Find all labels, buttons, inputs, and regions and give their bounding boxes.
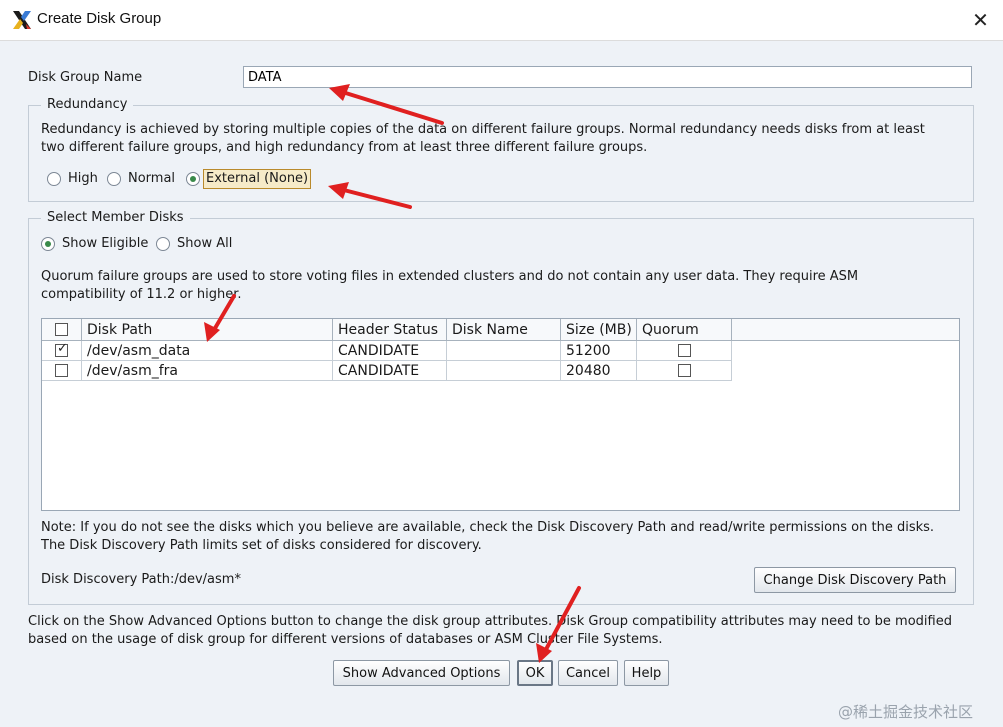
table-cell-disk-name[interactable]: [447, 341, 561, 361]
redundancy-legend: Redundancy: [41, 97, 134, 112]
column-header-size[interactable]: Size (MB): [561, 319, 637, 341]
select-all-header: [42, 319, 82, 341]
title-bar: Create Disk Group ✕: [0, 0, 1003, 41]
row-select-checkbox[interactable]: [55, 341, 68, 357]
table-cell-header-status[interactable]: CANDIDATE: [333, 361, 447, 381]
table-cell-disk-path[interactable]: /dev/asm_fra: [82, 361, 333, 381]
show-all-label: Show All: [177, 236, 233, 251]
quorum-note-line2: compatibility of 11.2 or higher.: [41, 287, 242, 302]
create-disk-group-dialog: Create Disk Group ✕ Disk Group Name Redu…: [0, 0, 1003, 727]
disk-group-name-input[interactable]: [243, 66, 972, 88]
table-cell-disk-name[interactable]: [447, 361, 561, 381]
row-select-checkbox[interactable]: [55, 364, 68, 377]
table-row-select-cell: [42, 361, 82, 381]
redundancy-normal-label: Normal: [128, 171, 176, 186]
window-title: Create Disk Group: [37, 10, 162, 27]
show-eligible-radio[interactable]: [41, 237, 55, 251]
watermark-text: @稀土掘金技术社区: [838, 703, 974, 721]
column-header-header-status[interactable]: Header Status: [333, 319, 447, 341]
disk-group-name-label: Disk Group Name: [28, 70, 143, 85]
advanced-options-text-line1: Click on the Show Advanced Options butto…: [28, 614, 952, 629]
close-icon: ✕: [972, 8, 989, 32]
show-eligible-label: Show Eligible: [62, 236, 149, 251]
table-cell-size[interactable]: 20480: [561, 361, 637, 381]
oracle-x-app-icon: [13, 11, 31, 29]
table-cell-quorum: [637, 341, 732, 361]
redundancy-external-radio[interactable]: [186, 172, 200, 186]
help-button[interactable]: Help: [624, 660, 669, 686]
select-all-checkbox[interactable]: [55, 323, 68, 336]
redundancy-high-label: High: [68, 171, 98, 186]
row-quorum-checkbox[interactable]: [678, 344, 691, 357]
table-cell-header-status[interactable]: CANDIDATE: [333, 341, 447, 361]
table-cell-size[interactable]: 51200: [561, 341, 637, 361]
advanced-options-text-line2: based on the usage of disk group for dif…: [28, 632, 663, 647]
column-header-filler: [732, 319, 959, 341]
discovery-note-line1: Note: If you do not see the disks which …: [41, 520, 935, 535]
close-button[interactable]: ✕: [958, 0, 1003, 40]
column-header-quorum[interactable]: Quorum: [637, 319, 732, 341]
change-discovery-path-button[interactable]: Change Disk Discovery Path: [754, 567, 956, 593]
redundancy-normal-radio[interactable]: [107, 172, 121, 186]
quorum-note-line1: Quorum failure groups are used to store …: [41, 269, 859, 284]
redundancy-description-line2: two different failure groups, and high r…: [41, 140, 648, 155]
redundancy-high-radio[interactable]: [47, 172, 61, 186]
show-all-radio[interactable]: [156, 237, 170, 251]
cancel-button[interactable]: Cancel: [558, 660, 618, 686]
row-quorum-checkbox[interactable]: [678, 364, 691, 377]
column-header-disk-path[interactable]: Disk Path: [82, 319, 333, 341]
table-cell-disk-path[interactable]: /dev/asm_data: [82, 341, 333, 361]
column-header-disk-name[interactable]: Disk Name: [447, 319, 561, 341]
redundancy-description-line1: Redundancy is achieved by storing multip…: [41, 122, 925, 137]
table-cell-quorum: [637, 361, 732, 381]
redundancy-external-label: External (None): [206, 171, 309, 186]
show-advanced-options-button[interactable]: Show Advanced Options: [333, 660, 510, 686]
ok-button[interactable]: OK: [517, 660, 553, 686]
discovery-note-line2: The Disk Discovery Path limits set of di…: [41, 538, 482, 553]
disk-table: Disk Path Header Status Disk Name Size (…: [41, 318, 960, 511]
member-disks-legend: Select Member Disks: [41, 210, 190, 225]
disk-discovery-path: Disk Discovery Path:/dev/asm*: [41, 572, 241, 587]
table-row-select-cell: [42, 341, 82, 361]
